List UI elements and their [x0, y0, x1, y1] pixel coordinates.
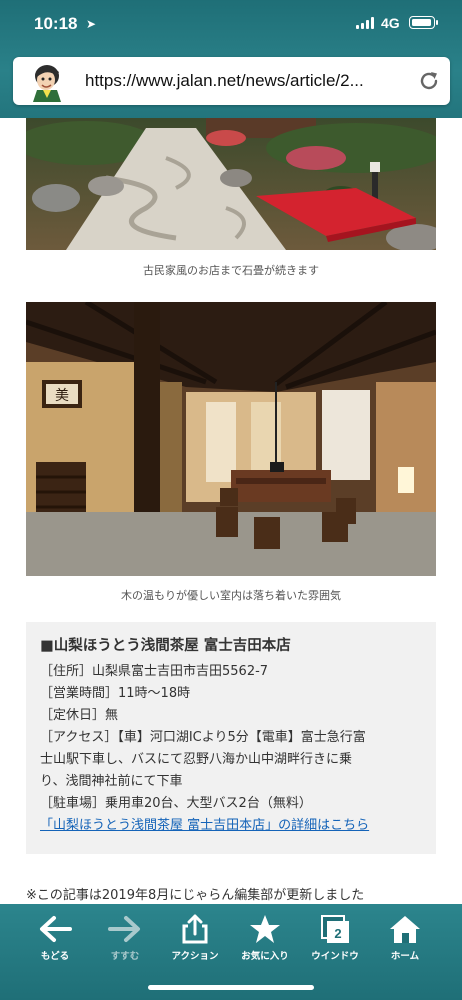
shop-access: ［アクセス］【車】河口湖ICより5分【電車】富士急行富 — [40, 730, 366, 745]
article-photo-interior: 美 — [26, 302, 436, 576]
share-icon — [182, 914, 208, 944]
windows-label: ウインドウ — [311, 951, 359, 962]
url-text[interactable]: https://www.jalan.net/news/article/2... — [85, 71, 410, 91]
photo-caption: 木の温もりが優しい室内は落ち着いた雰囲気 — [121, 589, 341, 602]
windows-button[interactable]: 2 ウインドウ — [302, 914, 368, 966]
battery-icon — [409, 16, 438, 29]
svg-text:美: 美 — [55, 388, 69, 404]
character-avatar-icon — [23, 60, 67, 102]
reload-icon[interactable] — [417, 69, 441, 93]
shop-info-box: ■山梨ほうとう浅間茶屋 富士吉田本店 ［住所］山梨県富士吉田市吉田5562-7 … — [26, 622, 436, 854]
shop-holiday: ［定休日］無 — [40, 708, 119, 723]
back-button[interactable]: もどる — [22, 914, 88, 966]
status-bar: 10:18 ➤ 4G — [0, 14, 462, 38]
home-icon — [390, 916, 420, 943]
status-time: 10:18 — [34, 14, 78, 33]
forward-button[interactable]: すすむ — [92, 914, 158, 966]
back-label: もどる — [40, 951, 70, 962]
action-button[interactable]: アクション — [162, 914, 228, 966]
forward-arrow-icon — [108, 916, 140, 942]
favorites-label: お気に入り — [241, 951, 289, 962]
shop-detail-link[interactable]: 「山梨ほうとう浅間茶屋 富士吉田本店」の詳細はこちら — [40, 815, 422, 837]
back-arrow-icon — [40, 916, 72, 942]
favorites-button[interactable]: お気に入り — [232, 914, 298, 966]
shop-name: ■山梨ほうとう浅間茶屋 富士吉田本店 — [40, 638, 291, 654]
photo-caption: 古民家風のお店まで石畳が続きます — [143, 264, 319, 277]
shop-access: り、浅間神社前にて下車 — [40, 774, 183, 789]
article-photo-stone-path — [26, 118, 436, 250]
action-label: アクション — [171, 951, 219, 962]
signal-icon — [356, 17, 374, 29]
address-bar[interactable]: https://www.jalan.net/news/article/2... — [13, 57, 450, 105]
home-button[interactable]: ホーム — [372, 914, 438, 966]
location-arrow-icon: ➤ — [86, 17, 97, 31]
windows-icon: 2 — [321, 915, 349, 943]
star-icon — [250, 915, 280, 943]
shop-hours: ［営業時間］11時～18時 — [40, 686, 191, 701]
shop-access: 士山駅下車し、バスにて忍野八海か山中湖畔行きに乗 — [40, 752, 353, 767]
home-indicator[interactable] — [148, 985, 314, 990]
network-type: 4G — [381, 15, 400, 31]
home-label: ホーム — [390, 951, 420, 962]
forward-label: すすむ — [110, 951, 140, 962]
shop-address: ［住所］山梨県富士吉田市吉田5562-7 — [40, 664, 269, 679]
shop-parking: ［駐車場］乗用車20台、大型バス2台（無料） — [40, 796, 312, 811]
browser-header: 10:18 ➤ 4G https://www.jalan.net/news/ar… — [0, 0, 462, 118]
window-count: 2 — [334, 926, 341, 941]
update-note: ※この記事は2019年8月にじゃらん編集部が更新しました — [26, 888, 365, 903]
